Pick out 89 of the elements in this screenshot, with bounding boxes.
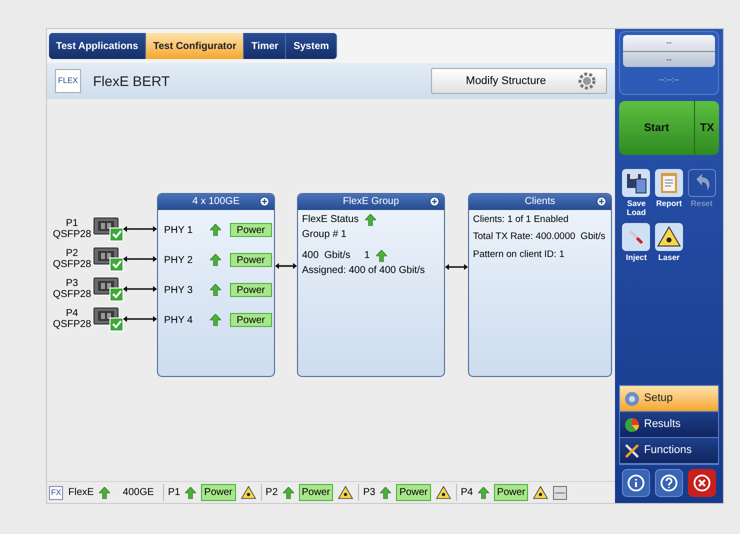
up-arrow-icon (210, 314, 221, 326)
client-info-text: Clients: 1 of 1 Enabled (473, 213, 570, 227)
group-info-text: Assigned: 400 of 400 Gbit/s (302, 264, 425, 278)
port-icon[interactable] (93, 216, 125, 242)
connector-arrow (123, 226, 157, 232)
connector-arrow (275, 263, 297, 269)
port-icon[interactable] (93, 246, 125, 272)
up-arrow-icon (210, 284, 221, 296)
help-button[interactable] (655, 469, 683, 497)
app-title: FlexE BERT (93, 72, 170, 90)
connector-arrow (445, 264, 468, 270)
port-name: P4 (66, 308, 78, 319)
tab[interactable]: Test Applications (49, 33, 146, 59)
setup-icon (624, 390, 640, 406)
power-status: Power (230, 223, 272, 237)
phy-label: PHY 4 (164, 314, 194, 328)
connector-arrow (123, 286, 157, 292)
phy-label: PHY 1 (164, 224, 194, 238)
power-status: Power (201, 484, 236, 501)
zoom-icon[interactable] (596, 196, 607, 207)
results-icon (624, 416, 640, 432)
laser-warning-icon (533, 486, 548, 499)
nav-item[interactable]: Setup (620, 386, 718, 412)
port-type: QSFP28 (52, 319, 92, 330)
port-name: P2 (66, 248, 78, 259)
panel-title: 4 x 100GE (158, 194, 274, 210)
group-info-text: 400 Gbit/s 1 (302, 249, 370, 263)
tx-button[interactable]: TX (695, 101, 719, 155)
status-rate: 400GE (122, 486, 154, 500)
display-time: --:--:-- (658, 74, 680, 86)
laser-warning-icon (338, 486, 354, 499)
power-status: Power (230, 253, 272, 267)
power-status: Power (396, 484, 431, 501)
laser-warning-icon (240, 486, 256, 499)
nav-item[interactable]: Functions (620, 438, 718, 464)
panel-title: Clients (469, 194, 611, 210)
nav-item[interactable]: Results (620, 412, 718, 438)
info-button[interactable] (622, 469, 650, 497)
zoom-icon[interactable] (429, 196, 440, 207)
group-info-text: Group # 1 (302, 228, 346, 242)
functions-icon (624, 442, 640, 458)
port-type: QSFP28 (52, 259, 92, 270)
power-status: Power (298, 484, 334, 501)
tab[interactable]: Test Configurator (146, 33, 244, 59)
display-value: -- (666, 37, 672, 49)
power-status: Power (230, 283, 272, 297)
panel-title: FlexE Group (298, 194, 444, 210)
gear-icon (578, 72, 596, 90)
port-icon[interactable] (93, 306, 125, 332)
help-icon (660, 474, 678, 492)
modify-structure-button[interactable]: Modify Structure (430, 68, 607, 94)
connector-arrow (123, 316, 157, 322)
client-info-text: Total TX Rate: 400.0000 Gbit/s (473, 230, 606, 244)
up-arrow-icon (210, 254, 221, 266)
port-name: P1 (66, 218, 78, 229)
app-logo: FLEX (55, 69, 81, 93)
up-arrow-icon (478, 486, 489, 498)
flexe-logo: FX (49, 486, 64, 500)
up-arrow-icon (210, 224, 221, 236)
phy-label: PHY 3 (164, 284, 194, 298)
panel-icon[interactable] (553, 486, 568, 500)
port-type: QSFP28 (52, 229, 92, 240)
client-info-text: Pattern on client ID: 1 (473, 248, 566, 262)
status-name: FlexE (68, 486, 94, 500)
close-icon (693, 474, 711, 492)
group-info-text: FlexE Status (302, 213, 359, 227)
up-arrow-icon (185, 486, 196, 498)
start-button[interactable]: Start (619, 101, 695, 155)
info-icon (627, 474, 645, 492)
status-port: P1 (168, 486, 180, 500)
zoom-icon[interactable] (259, 196, 270, 207)
phy-label: PHY 2 (164, 254, 194, 268)
status-port: P4 (460, 486, 473, 500)
connector-arrow (123, 256, 157, 262)
tab[interactable]: System (286, 33, 338, 59)
power-status: Power (494, 484, 528, 501)
status-port: P2 (266, 486, 278, 500)
up-arrow-icon (380, 486, 392, 498)
up-arrow-icon (98, 486, 110, 498)
tab[interactable]: Timer (244, 33, 286, 59)
status-port: P3 (363, 486, 376, 500)
display-value: -- (623, 51, 715, 67)
up-arrow-icon (282, 486, 294, 498)
port-name: P3 (66, 278, 78, 289)
port-type: QSFP28 (52, 289, 92, 300)
port-icon[interactable] (93, 276, 125, 302)
laser-warning-icon (436, 486, 451, 499)
power-status: Power (230, 313, 272, 327)
close-button[interactable] (688, 469, 716, 497)
